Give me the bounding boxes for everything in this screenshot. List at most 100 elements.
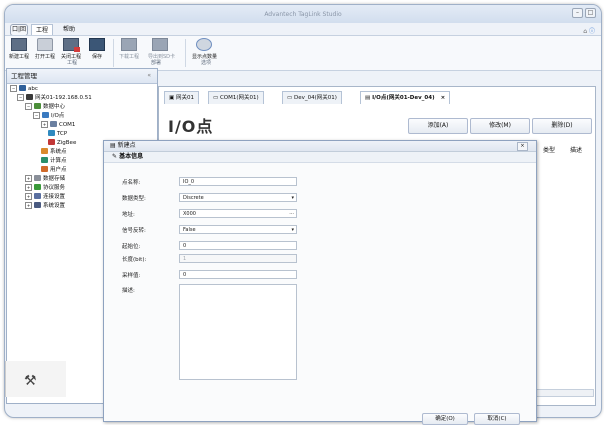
minimize-button[interactable]: – <box>572 8 583 18</box>
ribbon-group-project: 工程 <box>67 60 78 66</box>
gear-icon <box>196 38 212 51</box>
data-center-icon <box>34 103 41 109</box>
title-bar: Advantech TagLink Studio – □ <box>5 5 601 23</box>
name-label: 点名称: <box>122 180 141 186</box>
storage-icon <box>34 175 41 181</box>
show-point-count-button[interactable]: 显示点数量 <box>192 38 217 60</box>
column-header-type[interactable]: 类型 <box>543 145 555 154</box>
add-button[interactable]: 添加(A) <box>408 118 468 134</box>
cancel-button[interactable]: 取消(C) <box>474 413 520 425</box>
tab-dev04[interactable]: ▭ Dev_04(网关01) <box>282 91 342 104</box>
download-icon <box>121 38 137 51</box>
tree-node-gateway[interactable]: − 网关01-192.168.0.51 <box>17 94 92 103</box>
zigbee-icon <box>48 139 55 145</box>
ribbon-separator <box>113 39 114 67</box>
serial-port-icon <box>50 121 57 127</box>
horizontal-scrollbar[interactable] <box>536 389 594 397</box>
chevron-down-icon: ▾ <box>291 227 294 233</box>
tree-node-data-storage[interactable]: + 数据存储 <box>25 175 65 184</box>
connection-icon <box>34 193 41 199</box>
length-label: 长度(bit): <box>122 257 147 263</box>
collapse-panel-button[interactable]: « <box>147 69 151 83</box>
more-options-icon[interactable]: ··· <box>289 210 294 219</box>
tree-node-data-center[interactable]: − 数据中心 <box>25 103 65 112</box>
panel-title: 工程管理 <box>11 72 37 80</box>
description-textarea[interactable] <box>179 284 297 380</box>
delete-button[interactable]: 删除(D) <box>532 118 592 134</box>
protocol-icon <box>34 184 41 190</box>
sample-input[interactable]: 0 <box>179 270 297 279</box>
dialog-icon: ▤ <box>110 142 118 149</box>
download-project-button[interactable]: 下载工程 <box>117 38 141 60</box>
tree-node-zigbee[interactable]: ZigBee <box>48 139 76 148</box>
tree-node-com1[interactable]: + COM1 <box>41 121 75 130</box>
tree-node-calc-points[interactable]: 计算点 <box>41 157 67 166</box>
data-type-select[interactable]: Discrete ▾ <box>179 193 297 202</box>
address-input[interactable]: X000 ··· <box>179 209 297 218</box>
start-bit-label: 起始位: <box>122 244 141 250</box>
ribbon-group-options: 选项 <box>201 60 212 66</box>
modify-button[interactable]: 修改(M) <box>470 118 530 134</box>
ribbon-help-icons[interactable]: ⌂ ⓘ <box>583 26 595 35</box>
close-project-button[interactable]: 关闭工程 <box>59 38 83 60</box>
tree-node-user-points[interactable]: 用户点 <box>41 166 67 175</box>
tab-io-points[interactable]: ▤ I/O点(网关01-Dev_04) × <box>360 91 451 104</box>
start-bit-input[interactable]: 0 <box>179 241 297 250</box>
tree-node-protocol-service[interactable]: + 协议服务 <box>25 184 65 193</box>
panel-header: 工程管理 « <box>7 69 157 84</box>
close-project-icon <box>63 38 80 52</box>
point-name-input[interactable]: IO_0 <box>179 177 297 186</box>
tree-node-tcp[interactable]: TCP <box>48 130 67 139</box>
sd-card-icon <box>152 38 168 51</box>
description-label: 描述: <box>122 288 135 294</box>
new-point-dialog: ▤ 新建点 × ✎ 基本信息 点名称: IO_0 数据类型: Discrete ▾… <box>103 140 537 425</box>
ribbon: 新建工程 打开工程 关闭工程 保存 下载工程 导出到SD卡 显示点数量 工程 部… <box>5 35 601 71</box>
basic-info-section: ✎ 基本信息 <box>104 152 536 163</box>
menu-tab-help[interactable]: 帮助 <box>59 24 79 35</box>
tcp-icon <box>48 130 55 136</box>
chevron-down-icon: ▾ <box>291 195 294 201</box>
data-type-label: 数据类型: <box>122 196 146 202</box>
settings-icon <box>34 202 41 208</box>
tab-icon: ▭ <box>213 95 220 101</box>
project-icon <box>19 85 26 91</box>
ok-button[interactable]: 确定(O) <box>422 413 468 425</box>
new-project-icon <box>11 38 27 51</box>
maximize-button[interactable]: □ <box>585 8 596 18</box>
ribbon-separator <box>185 39 186 67</box>
tool-area: ⚒ <box>5 361 66 397</box>
close-tab-icon[interactable]: × <box>441 95 446 101</box>
gateway-icon <box>26 94 33 100</box>
tab-icon: ▣ <box>169 95 176 101</box>
ribbon-group-deploy: 部署 <box>151 60 162 66</box>
tab-com1[interactable]: ▭ COM1(网关01) <box>208 91 264 104</box>
save-button[interactable]: 保存 <box>85 38 109 60</box>
tree-node-abc[interactable]: − abc <box>10 85 38 94</box>
open-project-button[interactable]: 打开工程 <box>33 38 57 60</box>
sample-label: 采样值: <box>122 273 141 279</box>
signal-reverse-label: 信号反转: <box>122 228 146 234</box>
column-header-description[interactable]: 描述 <box>570 145 582 154</box>
dialog-title: 新建点 <box>117 142 136 149</box>
dialog-title-bar: ▤ 新建点 <box>104 141 536 152</box>
length-input[interactable]: 1 <box>179 254 297 263</box>
tree-node-io-points[interactable]: − I/O点 <box>33 112 64 121</box>
tree-node-system-settings[interactable]: + 系统设置 <box>25 202 65 211</box>
signal-reverse-select[interactable]: False ▾ <box>179 225 297 234</box>
export-sd-button[interactable]: 导出到SD卡 <box>148 38 175 60</box>
tab-gateway01[interactable]: ▣ 网关01 <box>164 91 199 104</box>
tab-icon: ▭ <box>287 95 294 101</box>
hammer-icon[interactable]: ⚒ <box>24 373 37 389</box>
calc-point-icon <box>41 157 48 163</box>
save-icon <box>89 38 105 51</box>
tree-node-connection-settings[interactable]: + 连接设置 <box>25 193 65 202</box>
io-point-icon <box>42 112 49 118</box>
system-point-icon <box>41 148 48 154</box>
address-label: 地址: <box>122 212 135 218</box>
tree-node-system-points[interactable]: 系统点 <box>41 148 67 157</box>
dialog-close-button[interactable]: × <box>517 142 528 151</box>
folder-icon <box>37 38 53 51</box>
info-icon: ⓘ <box>588 28 595 35</box>
new-project-button[interactable]: 新建工程 <box>7 38 31 60</box>
user-point-icon <box>41 166 48 172</box>
